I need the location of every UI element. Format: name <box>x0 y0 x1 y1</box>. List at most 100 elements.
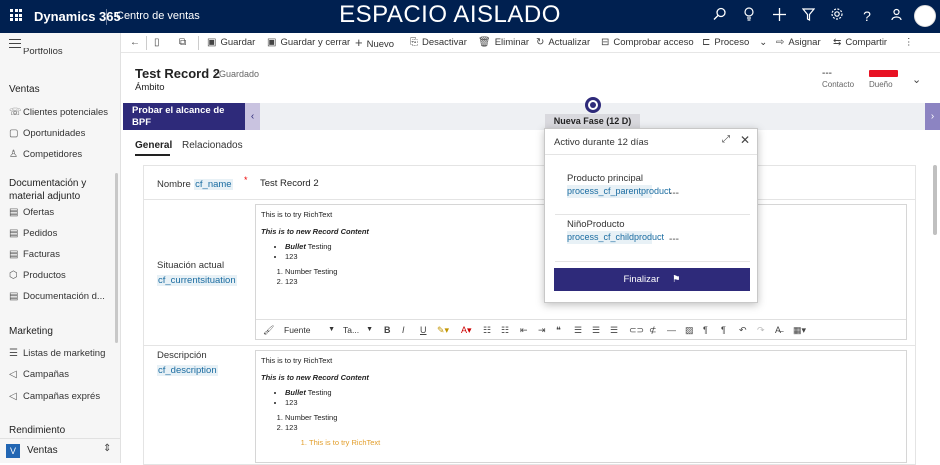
sitemap-nav: Portfolios Ventas ☏Clientes potenciales … <box>0 33 121 463</box>
sidebar-item-portfolios[interactable]: Portfolios <box>9 48 120 60</box>
font-select[interactable]: Fuente ▼ <box>284 323 339 337</box>
align-left-icon[interactable]: ☰ <box>574 323 582 337</box>
divider <box>198 36 199 50</box>
description-field-label: Descripción cf_description <box>157 350 218 376</box>
horizontal-line-icon[interactable]: — <box>667 323 676 337</box>
list-item: This is to try RichText <box>309 438 901 448</box>
sidebar-item-documentation[interactable]: ▤ Documentación d... <box>9 288 120 306</box>
sidebar-item-quick-campaigns[interactable]: ◁ Campañas exprés <box>9 388 120 406</box>
user-avatar[interactable] <box>914 5 936 27</box>
ltr-icon[interactable]: ¶ <box>703 323 708 337</box>
list-icon: ☰ <box>9 348 18 359</box>
back-button[interactable]: ← <box>130 36 144 50</box>
unlink-icon[interactable]: ⊄ <box>649 323 657 337</box>
phone-icon: ☏ <box>9 107 22 118</box>
feedback-icon[interactable] <box>885 6 907 26</box>
highlight-color-icon[interactable]: ✎▾ <box>437 323 449 337</box>
name-input[interactable]: Test Record 2 <box>260 178 319 189</box>
child-product-value[interactable]: --- <box>669 234 679 245</box>
sidebar-item-campaigns[interactable]: ◁ Campañas <box>9 366 120 384</box>
sidebar-item-marketing-lists[interactable]: ☰ Listas de marketing <box>9 345 120 363</box>
situation-schema-name: cf_currentsituation <box>157 275 237 286</box>
save-button[interactable]: ▣ Guardar <box>207 36 255 50</box>
divider <box>146 36 147 50</box>
sidebar-item-competitors[interactable]: ♙ Competidores <box>9 146 120 164</box>
expand-icon[interactable]: ⤢ <box>722 134 730 145</box>
search-icon[interactable] <box>709 6 731 26</box>
tab-related[interactable]: Relacionados <box>182 140 243 151</box>
font-size-select[interactable]: Ta... ▼ <box>343 323 375 337</box>
font-color-icon[interactable]: A▾ <box>461 323 472 337</box>
open-new-window-button[interactable]: ⧉ <box>179 36 190 50</box>
lightbulb-icon[interactable] <box>738 6 760 26</box>
sidebar-item-products[interactable]: ⬡ Productos <box>9 267 120 285</box>
active-stage-indicator-icon[interactable] <box>585 97 601 113</box>
check-access-button[interactable]: ⊟ Comprobar acceso <box>601 36 694 50</box>
bpf-next-chevron-icon[interactable]: › <box>925 103 940 130</box>
outdent-icon[interactable]: ⇤ <box>520 323 528 337</box>
entity-name: Ámbito <box>135 82 165 93</box>
form-view-button[interactable]: ▯ <box>154 36 164 50</box>
help-icon[interactable]: ? <box>856 6 878 26</box>
parent-product-schema: process_cf_parentproduct <box>567 185 672 198</box>
italic-icon[interactable]: I <box>402 323 405 337</box>
image-icon[interactable]: ▨ <box>685 323 694 337</box>
command-bar: ← ▯ ⧉ ▣ Guardar ▣ Guardar y cerrar + Nuevo … <box>121 33 940 53</box>
bpf-process-tag[interactable]: Probar el alcance de BPF Activo durante … <box>123 103 245 140</box>
refresh-button[interactable]: ↻ Actualizar <box>536 36 590 50</box>
redo-icon[interactable]: ↷ <box>757 323 765 337</box>
sidebar-item-leads[interactable]: ☏Clientes potenciales <box>9 104 120 122</box>
filter-icon[interactable] <box>797 6 819 26</box>
gear-icon[interactable] <box>826 6 848 26</box>
save-close-button[interactable]: ▣ Guardar y cerrar <box>267 36 350 50</box>
area-switcher[interactable]: V Ventas ⇕ <box>0 438 120 463</box>
align-center-icon[interactable]: ☰ <box>592 323 600 337</box>
share-button[interactable]: ⇆ Compartir <box>833 36 887 50</box>
tab-general[interactable]: General <box>135 140 172 151</box>
app-area-title[interactable]: Centro de ventas <box>116 10 200 22</box>
align-right-icon[interactable]: ☰ <box>610 323 618 337</box>
header-expand-chevron-icon[interactable]: ⌄ <box>912 73 921 86</box>
finish-button[interactable]: Finalizar ⚑ <box>554 268 750 291</box>
plus-icon[interactable] <box>768 6 790 26</box>
sidebar-item-orders[interactable]: ▤ Pedidos <box>9 225 120 243</box>
cube-icon: ⬡ <box>9 270 18 281</box>
link-icon[interactable]: ⊂⊃ <box>629 323 644 337</box>
format-painter-icon[interactable]: 🖌 <box>263 323 274 337</box>
scrollbar[interactable] <box>115 173 118 343</box>
owner-label: Dueño <box>869 80 893 89</box>
area-badge: V <box>6 444 20 458</box>
app-launcher-icon[interactable] <box>10 9 22 21</box>
parent-product-value[interactable]: --- <box>669 188 679 199</box>
owner-value[interactable] <box>869 70 898 77</box>
form-icon: ▯ <box>154 37 160 48</box>
stage-label[interactable]: Nueva Fase (12 D) <box>545 114 640 129</box>
numbered-list-icon[interactable]: ☷ <box>501 323 509 337</box>
blockquote-icon[interactable]: ❝ <box>556 323 561 337</box>
bpf-prev-chevron-icon[interactable]: ‹ <box>245 103 260 130</box>
sidebar-item-label: Campañas <box>23 369 69 380</box>
process-button[interactable]: ⊏ Proceso ⌄ <box>702 36 767 50</box>
record-title: Test Record 2 <box>135 66 221 81</box>
contact-value[interactable]: --- <box>822 68 832 79</box>
delete-button[interactable]: 🗑 Eliminar <box>478 36 529 50</box>
scrollbar[interactable] <box>933 165 937 235</box>
sidebar-item-invoices[interactable]: ▤ Facturas <box>9 246 120 264</box>
sidebar-item-quotes[interactable]: ▤ Ofertas <box>9 204 120 222</box>
undo-icon[interactable]: ↶ <box>739 323 747 337</box>
clear-format-icon[interactable]: A̶ <box>775 323 781 337</box>
more-commands-icon[interactable]: ⋮ <box>904 36 914 50</box>
sidebar-item-opportunities[interactable]: ▢ Oportunidades <box>9 125 120 143</box>
new-button[interactable]: + Nuevo <box>355 36 394 51</box>
table-icon[interactable]: ▦▾ <box>793 323 806 337</box>
deactivate-button[interactable]: ⎘ Desactivar <box>410 36 467 50</box>
rtl-icon[interactable]: ¶ <box>721 323 726 337</box>
description-rich-text-editor[interactable]: This is to try RichText This is to new R… <box>255 350 907 463</box>
indent-icon[interactable]: ⇥ <box>538 323 546 337</box>
underline-icon[interactable]: U <box>420 323 427 337</box>
bold-icon[interactable]: B <box>384 323 391 337</box>
bullet-list-icon[interactable]: ☷ <box>483 323 491 337</box>
app-name[interactable]: Dynamics 365 <box>34 9 121 24</box>
assign-button[interactable]: ⇨ Asignar <box>776 36 821 50</box>
close-icon[interactable]: ✕ <box>740 133 750 147</box>
